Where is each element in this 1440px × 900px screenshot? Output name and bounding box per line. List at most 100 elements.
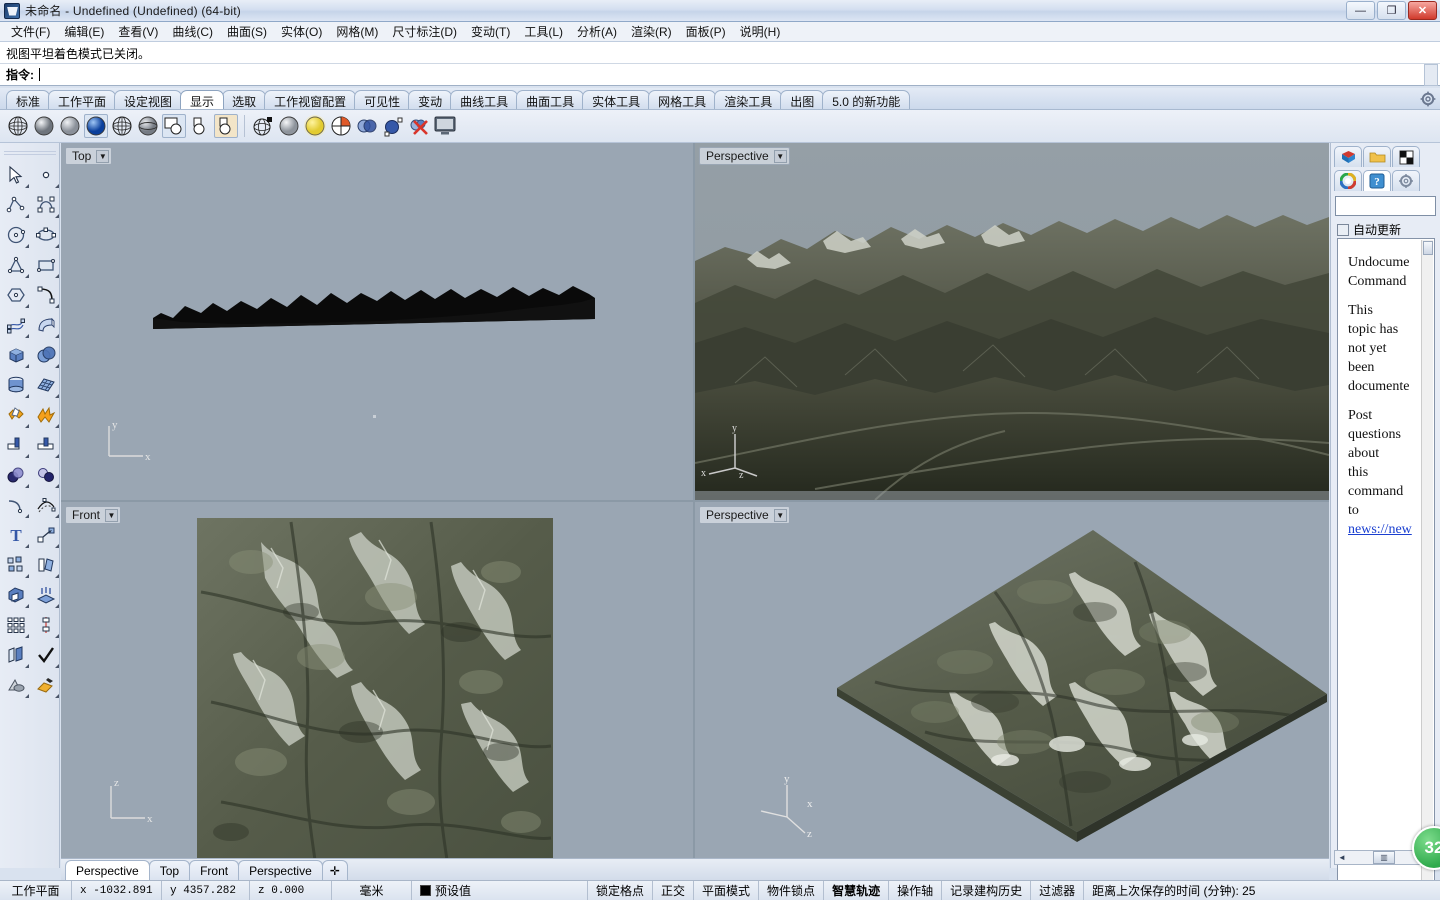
remove-display-icon[interactable]: [407, 114, 431, 138]
toolbar-tab-3[interactable]: 显示: [180, 90, 225, 109]
text-object-icon[interactable]: T: [2, 521, 30, 549]
offset-curve-icon[interactable]: [32, 491, 60, 519]
boolean-union-icon[interactable]: [2, 401, 30, 429]
scroll-left-icon[interactable]: ◄: [1335, 851, 1349, 864]
scrollbar-thumb[interactable]: [1423, 241, 1433, 255]
cylinder-icon[interactable]: [2, 371, 30, 399]
boolean-intersection-icon[interactable]: [32, 461, 60, 489]
ellipse-icon[interactable]: [32, 221, 60, 249]
toolbar-grip[interactable]: [3, 151, 56, 157]
explode-icon[interactable]: [32, 401, 60, 429]
toolbar-tab-6[interactable]: 可见性: [354, 90, 411, 109]
chevron-down-icon[interactable]: ▼: [96, 149, 110, 163]
toolbar-tab-11[interactable]: 网格工具: [648, 90, 717, 109]
boolean-difference-icon[interactable]: [2, 461, 30, 489]
perspective-viewport-bottom-right[interactable]: y x z Perspective ▼: [695, 502, 1329, 858]
check-object-icon[interactable]: [32, 641, 60, 669]
maximize-button[interactable]: ❐: [1377, 1, 1406, 20]
help-search-input[interactable]: [1335, 196, 1436, 216]
layers-panel-icon[interactable]: [1334, 146, 1362, 167]
box-edit-icon[interactable]: [2, 581, 30, 609]
arc-icon[interactable]: [32, 281, 60, 309]
viewport-tab-1[interactable]: Top: [148, 860, 191, 880]
toolbar-tab-8[interactable]: 曲线工具: [450, 90, 519, 109]
status-y-coordinate[interactable]: y 4357.282: [162, 881, 250, 900]
flat-shade-display-icon[interactable]: [214, 114, 238, 138]
select-objects-icon[interactable]: [2, 161, 30, 189]
menu-item-13[interactable]: 说明(H): [733, 21, 788, 42]
extract-surface-icon[interactable]: [2, 641, 30, 669]
close-button[interactable]: ✕: [1408, 1, 1437, 20]
toolbar-tab-1[interactable]: 工作平面: [48, 90, 117, 109]
layer-icon[interactable]: [2, 611, 30, 639]
pen-display-icon[interactable]: [188, 114, 212, 138]
circle-icon[interactable]: [2, 221, 30, 249]
command-scrollbar[interactable]: [1424, 64, 1438, 86]
viewport-tab-0[interactable]: Perspective: [65, 860, 150, 880]
add-viewport-tab-button[interactable]: ✛: [321, 860, 348, 880]
front-viewport[interactable]: z x Front ▼: [61, 502, 693, 858]
status-toggle-7[interactable]: 过滤器: [1031, 881, 1085, 900]
auto-update-checkbox[interactable]: [1337, 223, 1349, 236]
wireframe-display-icon[interactable]: [6, 114, 30, 138]
status-x-coordinate[interactable]: x -1032.891: [72, 881, 162, 900]
status-toggle-5[interactable]: 操作轴: [889, 881, 943, 900]
extrude-surface-icon[interactable]: [32, 311, 60, 339]
materials-panel-icon[interactable]: [1334, 170, 1362, 191]
technical-display-icon[interactable]: [136, 114, 160, 138]
fillet-curve-icon[interactable]: [2, 491, 30, 519]
mesh-from-surface-icon[interactable]: [2, 671, 30, 699]
artistic-display-icon[interactable]: [162, 114, 186, 138]
auto-update-checkbox-row[interactable]: 自动更新: [1337, 221, 1440, 238]
status-toggle-1[interactable]: 正交: [653, 881, 695, 900]
menu-item-11[interactable]: 渲染(R): [624, 21, 679, 42]
front-viewport-title[interactable]: Front ▼: [65, 506, 122, 524]
status-toggle-4[interactable]: 智慧轨迹: [824, 881, 890, 900]
ghosted-display-icon[interactable]: [84, 114, 108, 138]
help-panel-icon[interactable]: ?: [1363, 170, 1391, 191]
menu-item-12[interactable]: 面板(P): [679, 21, 733, 42]
display-color-icon[interactable]: [355, 114, 379, 138]
menu-item-5[interactable]: 实体(O): [274, 21, 329, 42]
menu-item-8[interactable]: 变动(T): [464, 21, 517, 42]
sphere-icon[interactable]: [32, 341, 60, 369]
rectangle-icon[interactable]: [32, 251, 60, 279]
rendered-display-icon[interactable]: [58, 114, 82, 138]
toolbar-tab-0[interactable]: 标准: [6, 90, 51, 109]
perspective-viewport-top-right[interactable]: y x z Perspective ▼: [695, 143, 1329, 500]
dimension-icon[interactable]: [32, 611, 60, 639]
command-line[interactable]: 指令:: [0, 64, 1440, 86]
layer-color-swatch[interactable]: [420, 885, 431, 896]
trim-icon[interactable]: [2, 431, 30, 459]
curvature-display-icon[interactable]: [381, 114, 405, 138]
xray-display-icon[interactable]: [110, 114, 134, 138]
chevron-down-icon[interactable]: ▼: [773, 149, 787, 163]
split-icon[interactable]: [32, 431, 60, 459]
toolbar-tab-14[interactable]: 5.0 的新功能: [822, 90, 911, 109]
polyline-icon[interactable]: [2, 191, 30, 219]
status-toggle-0[interactable]: 锁定格点: [588, 881, 654, 900]
help-news-link[interactable]: news://new: [1348, 522, 1412, 537]
status-toggle-3[interactable]: 物件锁点: [759, 881, 825, 900]
surface-grid-icon[interactable]: [32, 371, 60, 399]
properties-panel-icon[interactable]: [1363, 146, 1391, 167]
gear-icon[interactable]: [1420, 91, 1436, 107]
display-panel-icon[interactable]: [1392, 146, 1420, 167]
toolbar-tab-9[interactable]: 曲面工具: [516, 90, 585, 109]
status-current-layer[interactable]: 预设值: [412, 881, 588, 900]
menu-item-4[interactable]: 曲面(S): [220, 21, 274, 42]
polygon-icon[interactable]: [2, 251, 30, 279]
menu-item-3[interactable]: 曲线(C): [165, 21, 220, 42]
toolbar-tab-4[interactable]: 选取: [222, 90, 267, 109]
hexagon-icon[interactable]: [2, 281, 30, 309]
status-cplane[interactable]: 工作平面: [0, 881, 72, 900]
shaded-display-icon[interactable]: [32, 114, 56, 138]
hscrollbar-thumb[interactable]: ▥: [1373, 851, 1395, 864]
box-icon[interactable]: [2, 341, 30, 369]
top-viewport[interactable]: y x Top ▼: [61, 143, 693, 500]
chevron-down-icon[interactable]: ▼: [773, 508, 787, 522]
chevron-down-icon[interactable]: ▼: [105, 508, 119, 522]
status-toggle-2[interactable]: 平面模式: [694, 881, 760, 900]
perspective-br-viewport-title[interactable]: Perspective ▼: [699, 506, 790, 524]
toolbar-tab-12[interactable]: 渲染工具: [714, 90, 783, 109]
